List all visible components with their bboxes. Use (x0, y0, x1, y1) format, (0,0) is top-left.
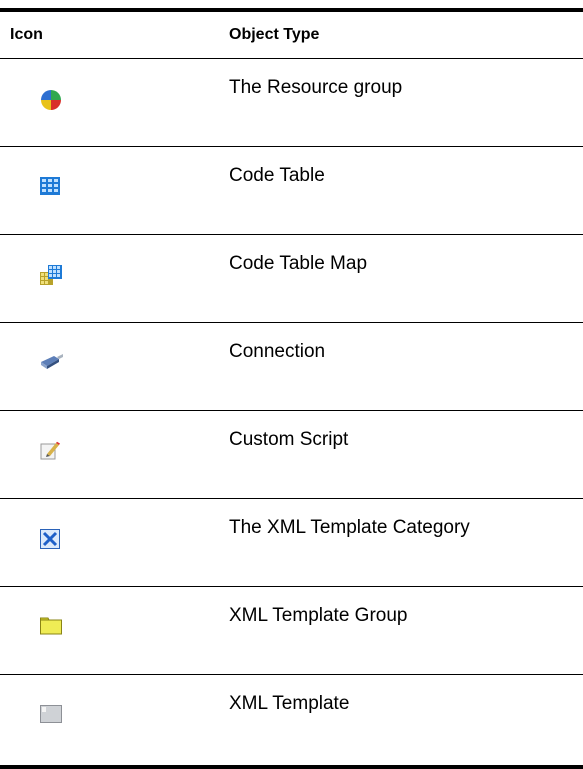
row-label: XML Template Group (229, 605, 408, 626)
table-row: The Resource group (0, 59, 583, 147)
resource-group-icon (41, 90, 61, 110)
table-header: Icon Object Type (0, 12, 583, 59)
header-icon: Icon (10, 26, 43, 43)
table-bottom-rule (0, 765, 583, 769)
table-row: Code Table Map (0, 235, 583, 323)
row-label: The XML Template Category (229, 517, 470, 538)
table-row: Custom Script (0, 411, 583, 499)
code-table-icon (40, 177, 60, 195)
table-row: Connection (0, 323, 583, 411)
row-label: Custom Script (229, 429, 349, 450)
table-row: XML Template (0, 675, 583, 765)
row-label: The Resource group (229, 77, 403, 98)
row-label: Code Table (229, 165, 325, 186)
row-label: XML Template (229, 693, 350, 714)
object-type-table: Icon Object Type The Resource group Code… (0, 8, 583, 769)
xml-template-icon (40, 705, 62, 723)
xml-template-group-icon (40, 617, 62, 635)
xml-template-category-icon (40, 529, 60, 549)
row-label: Connection (229, 341, 326, 362)
code-table-map-icon (40, 265, 62, 285)
custom-script-icon (40, 441, 60, 460)
connection-icon (41, 354, 63, 369)
header-object-type: Object Type (229, 26, 320, 43)
table-row: Code Table (0, 147, 583, 235)
table-row: The XML Template Category (0, 499, 583, 587)
table-row: XML Template Group (0, 587, 583, 675)
row-label: Code Table Map (229, 253, 368, 274)
